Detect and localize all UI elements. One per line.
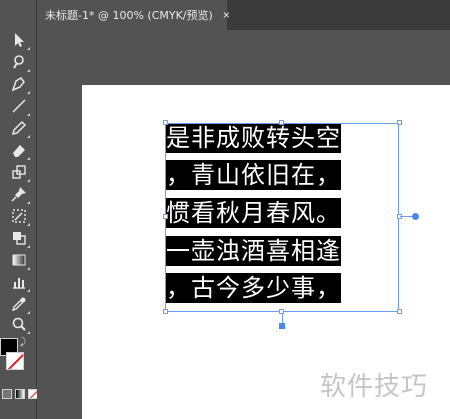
pin-tool-icon[interactable] — [8, 184, 30, 204]
zoom-tool-icon[interactable] — [8, 314, 30, 334]
selection-handle[interactable] — [163, 120, 168, 125]
selection-handle[interactable] — [397, 309, 402, 314]
canvas-area[interactable]: 是非成败转头空 ，青山依旧在， 惯看秋月春风。 一壶浊酒喜相逢 ，古今多少事， — [37, 30, 450, 419]
document-tab-bar: 未标题-1* @ 100% (CMYK/预览) × — [37, 0, 450, 30]
color-mode-button[interactable] — [2, 389, 12, 399]
swap-colors-icon[interactable]: ⤸ — [20, 337, 26, 348]
graph-tool-icon[interactable] — [8, 272, 30, 292]
eyedropper-tool-icon[interactable] — [8, 294, 30, 314]
gradient-tool-icon[interactable] — [8, 250, 30, 270]
selection-handle[interactable] — [279, 120, 284, 125]
color-swatches: ⤸ — [0, 335, 38, 419]
tools-panel: ⤸ — [0, 0, 38, 419]
overflow-connector — [282, 313, 283, 323]
pencil-tool-icon[interactable] — [8, 118, 30, 138]
shape-builder-icon[interactable] — [8, 228, 30, 248]
selection-tool-icon[interactable] — [8, 30, 30, 50]
watermark: 软件技巧 — [320, 372, 429, 402]
selection-bounding-box[interactable] — [165, 123, 399, 312]
magic-wand-icon[interactable] — [8, 52, 30, 72]
rotate-tool-icon[interactable] — [8, 162, 30, 182]
document-tab-title: 未标题-1* @ 100% (CMYK/预览) — [45, 9, 213, 22]
gradient-mode-button[interactable] — [15, 389, 25, 399]
selection-handle[interactable] — [163, 309, 168, 314]
text-overflow-handle[interactable] — [279, 323, 285, 329]
color-mode-buttons — [2, 389, 38, 399]
selection-handle[interactable] — [163, 214, 168, 219]
stroke-swatch[interactable] — [6, 352, 24, 370]
pen-tool-icon[interactable] — [8, 74, 30, 94]
selection-handle[interactable] — [397, 120, 402, 125]
rotate-handle[interactable] — [412, 213, 419, 220]
document-tab[interactable]: 未标题-1* @ 100% (CMYK/预览) × — [37, 0, 230, 30]
eraser-tool-icon[interactable] — [8, 140, 30, 160]
free-transform-icon[interactable] — [8, 206, 30, 226]
close-icon[interactable]: × — [223, 8, 230, 22]
line-tool-icon[interactable] — [8, 96, 30, 116]
